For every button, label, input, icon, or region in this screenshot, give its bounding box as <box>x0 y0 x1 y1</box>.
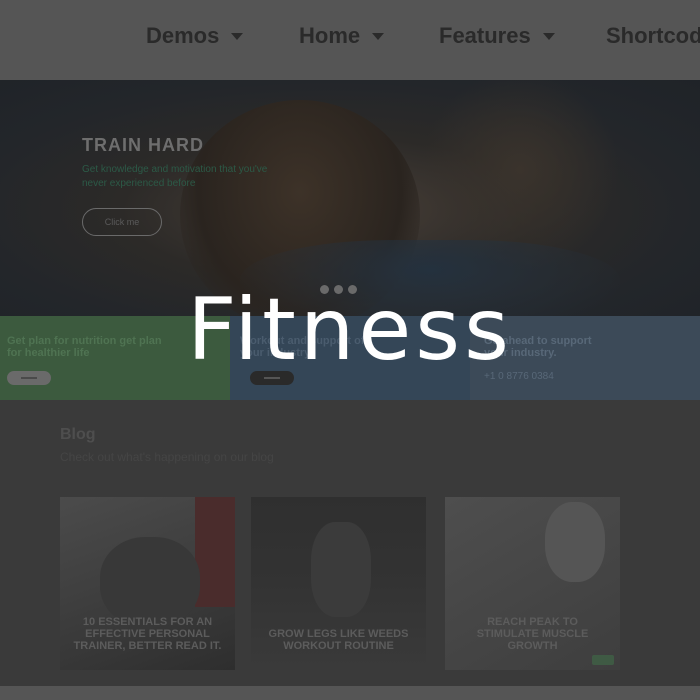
nav-item-label: Home <box>299 23 361 48</box>
nav-item-label: Features <box>439 23 531 48</box>
chevron-down-icon <box>231 32 244 40</box>
nav-item-shortcodes[interactable]: Shortcodes <box>606 20 700 52</box>
blog-card-title: 10 Essentials for an Effective Personal … <box>73 616 222 652</box>
nav-item-label: Shortcodes <box>606 23 700 48</box>
blog-section: Blog Check out what's happening on our b… <box>0 400 700 686</box>
blog-card-image <box>195 497 235 607</box>
blog-card-title: Reach Peak to Stimulate Muscle Growth <box>476 616 589 652</box>
blog-card[interactable]: Reach Peak to Stimulate Muscle Growth <box>445 497 620 670</box>
blog-card[interactable]: Grow Legs Like Weeds Workout Routine <box>251 497 426 670</box>
overlay-title: Fitness <box>187 280 513 380</box>
chevron-down-icon <box>372 32 385 40</box>
blog-card-badge <box>592 655 614 665</box>
nav-item-label: Demos <box>146 23 220 48</box>
blog-card[interactable]: 10 Essentials for an Effective Personal … <box>60 497 235 670</box>
bottom-bar <box>0 686 700 700</box>
hero-subtitle: Get knowledge and motivation that you've… <box>82 164 268 189</box>
hero-title: TRAIN HARD <box>82 135 204 155</box>
nav-item-features[interactable]: Features <box>439 20 555 52</box>
blog-card-title: Grow Legs Like Weeds Workout Routine <box>268 628 409 652</box>
blog-card-image <box>311 522 371 617</box>
blog-subheading: Check out what's happening on our blog <box>60 450 274 464</box>
blog-card-image <box>100 537 200 627</box>
blog-heading: Blog <box>60 426 96 443</box>
blog-card-image <box>545 502 605 582</box>
hero-cta-button[interactable]: Click me <box>82 208 162 236</box>
nav-item-demos[interactable]: Demos <box>146 20 244 52</box>
nav-item-home[interactable]: Home <box>299 20 385 52</box>
chevron-down-icon <box>542 32 555 40</box>
top-navbar: Demos Home Features Shortcodes <box>0 0 700 80</box>
